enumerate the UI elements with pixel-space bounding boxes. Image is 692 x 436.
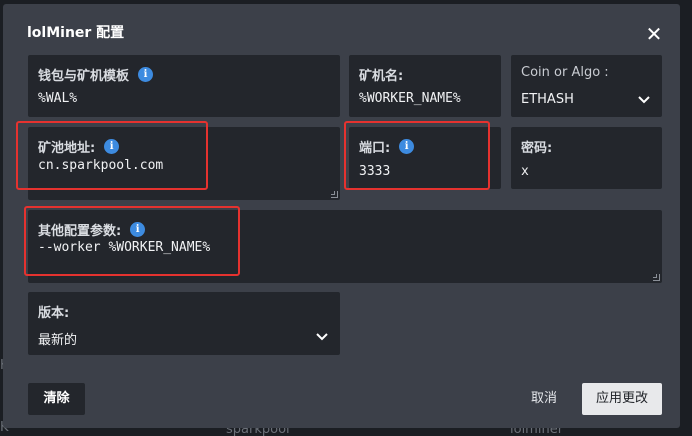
wallet-template-label-text: 钱包与矿机模板 (38, 69, 130, 84)
version-label: 版本: (38, 306, 70, 321)
coin-algo-value[interactable]: ETHASH (521, 92, 574, 107)
worker-name-label: 矿机名: (359, 69, 404, 84)
pool-address-value[interactable]: cn.sparkpool.com (38, 158, 163, 173)
wallet-template-value[interactable]: %WAL% (38, 91, 77, 106)
extra-params-value[interactable]: --worker %WORKER_NAME% (38, 240, 210, 255)
coin-algo-label: Coin or Algo : (521, 65, 609, 80)
wallet-template-label: 钱包与矿机模板 i (38, 65, 154, 84)
coin-algo-select[interactable]: Coin or Algo : ETHASH (511, 55, 662, 117)
worker-name-field[interactable]: 矿机名: %WORKER_NAME% (349, 55, 501, 117)
cancel-button[interactable]: 取消 (521, 385, 567, 413)
pool-address-label: 矿池地址: i (38, 137, 120, 156)
port-field[interactable]: 端口: i 3333 (349, 127, 501, 189)
resize-handle-icon[interactable] (331, 191, 338, 198)
close-icon[interactable]: ✕ (642, 24, 666, 48)
extra-params-field[interactable]: 其他配置参数: i --worker %WORKER_NAME% (28, 210, 662, 283)
version-value[interactable]: 最新的 (38, 329, 77, 348)
password-value[interactable]: x (521, 164, 529, 179)
port-value[interactable]: 3333 (359, 164, 390, 179)
info-icon[interactable]: i (399, 139, 415, 154)
version-select[interactable]: 版本: 最新的 (28, 292, 340, 355)
worker-name-value[interactable]: %WORKER_NAME% (359, 91, 461, 106)
info-icon[interactable]: i (138, 67, 154, 82)
port-label-text: 端口: (359, 141, 391, 156)
clear-button[interactable]: 清除 (28, 383, 85, 415)
password-label: 密码: (521, 141, 553, 156)
resize-handle-icon[interactable] (653, 274, 660, 281)
apply-changes-button[interactable]: 应用更改 (582, 383, 662, 415)
extra-params-label: 其他配置参数: i (38, 220, 146, 239)
info-icon[interactable]: i (130, 222, 146, 237)
pool-address-label-text: 矿池地址: (38, 141, 96, 156)
extra-params-label-text: 其他配置参数: (38, 224, 122, 239)
port-label: 端口: i (359, 137, 415, 156)
info-icon[interactable]: i (104, 139, 120, 154)
chevron-down-icon[interactable] (314, 329, 330, 345)
pool-address-field[interactable]: 矿池地址: i cn.sparkpool.com (28, 127, 340, 200)
dialog-title: lolMiner 配置 (27, 25, 125, 41)
password-field[interactable]: 密码: x (511, 127, 662, 189)
chevron-down-icon[interactable] (636, 92, 652, 108)
wallet-template-field[interactable]: 钱包与矿机模板 i %WAL% (28, 55, 340, 117)
